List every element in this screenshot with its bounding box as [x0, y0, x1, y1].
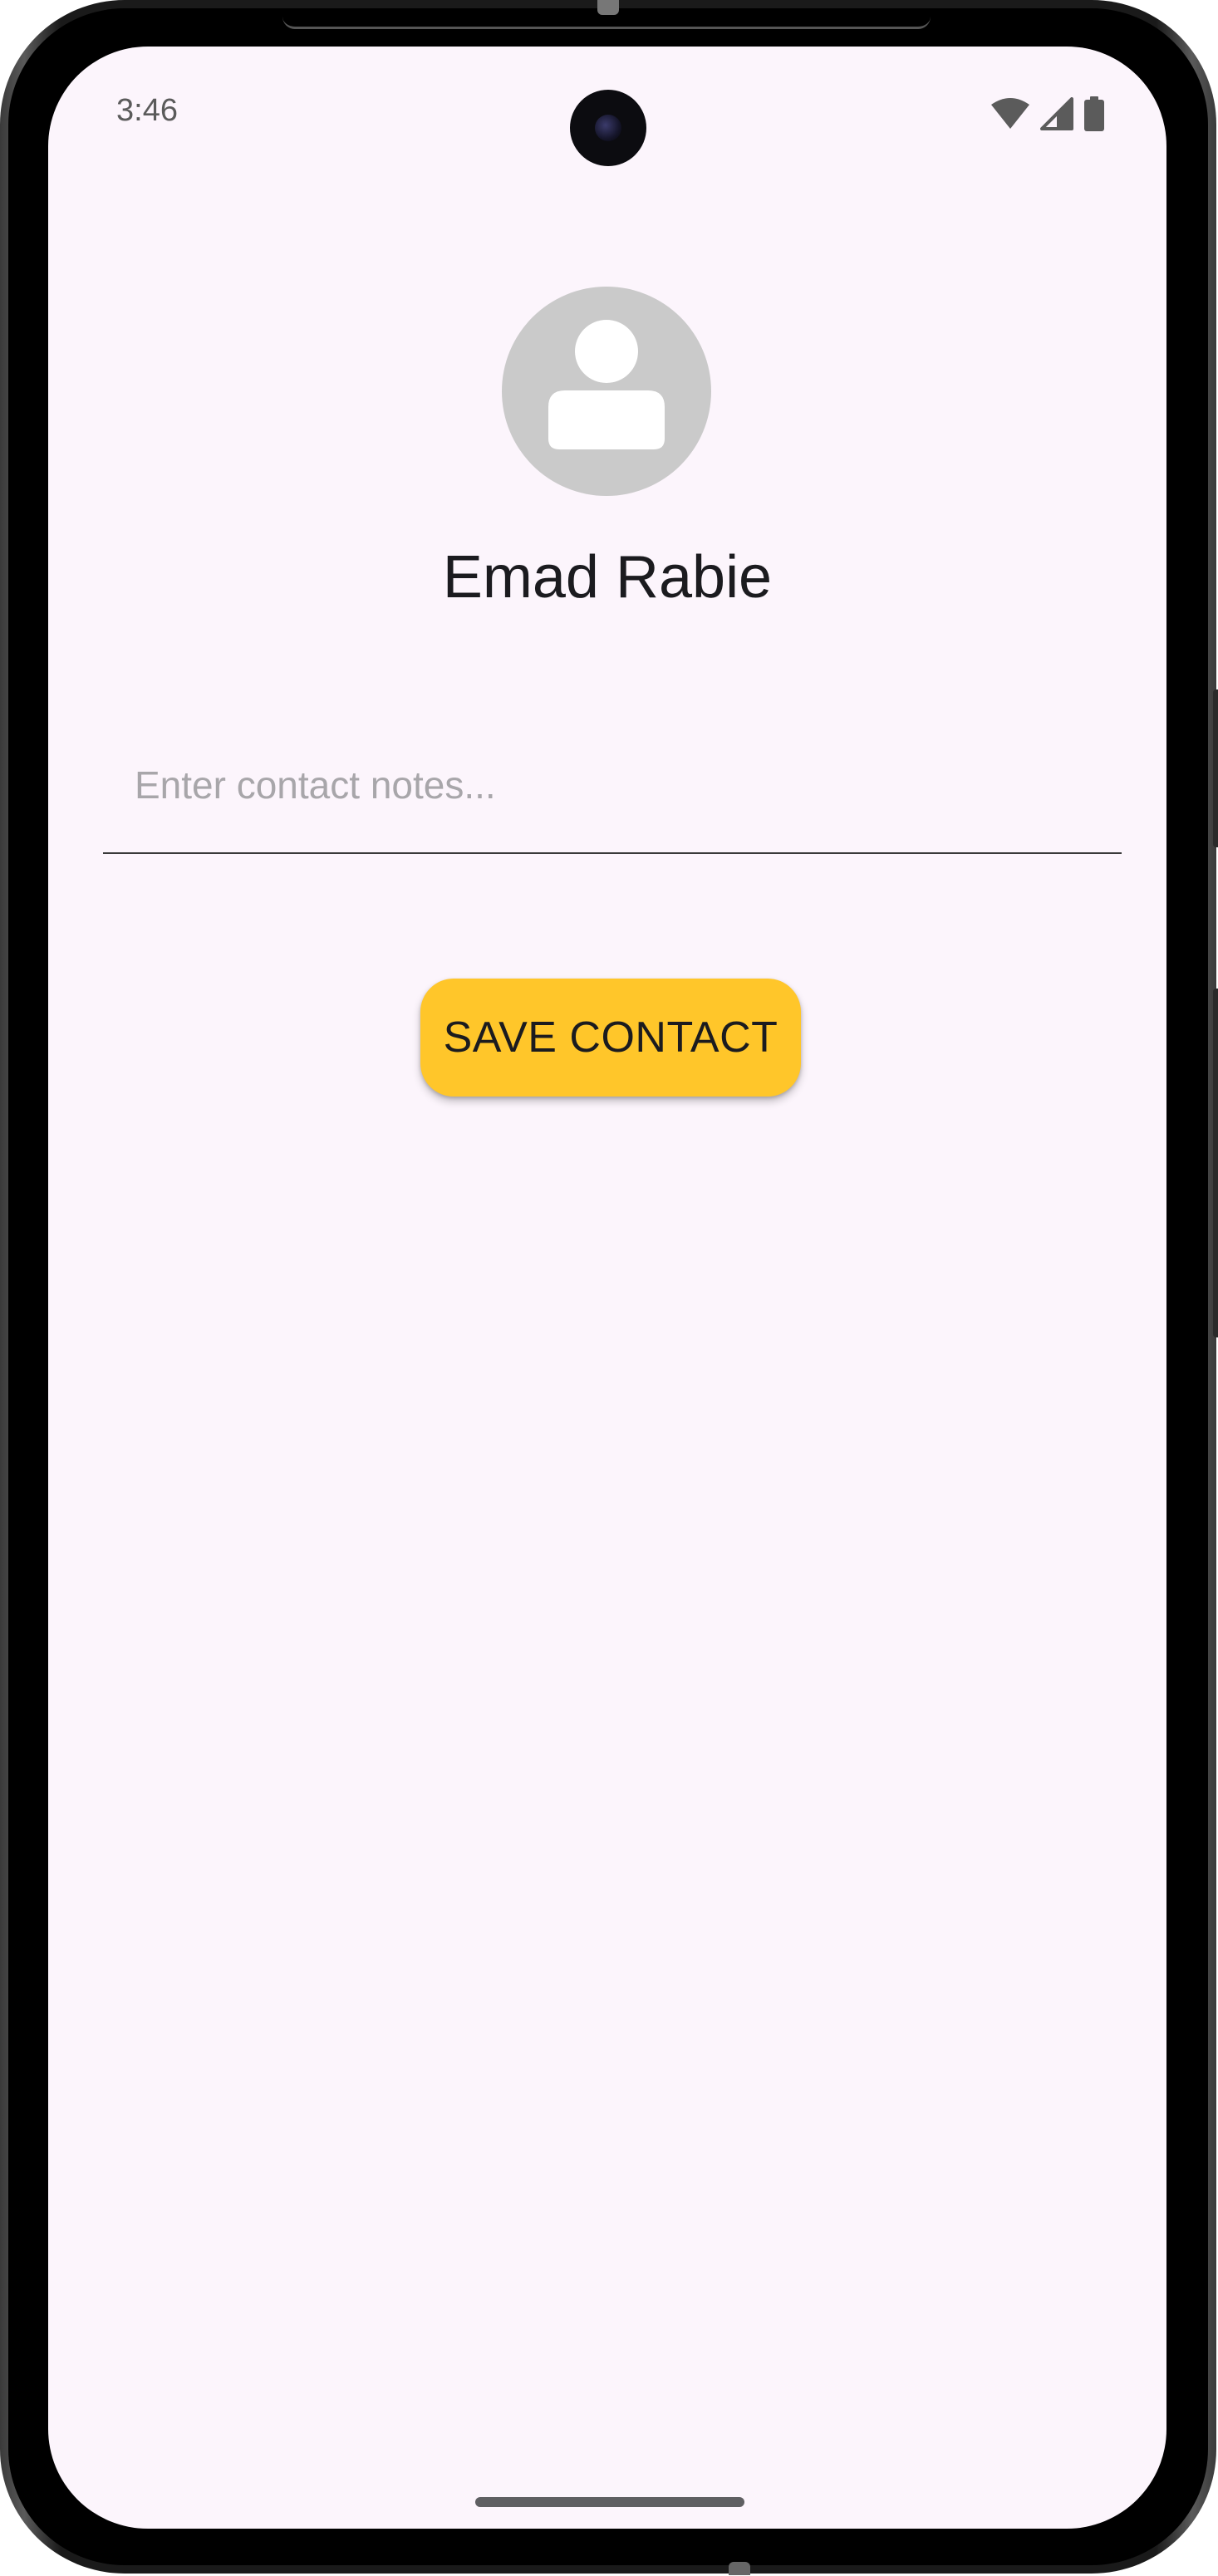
- signal-icon: [1040, 97, 1073, 135]
- power-button: [1213, 689, 1218, 847]
- battery-icon: [1083, 96, 1105, 135]
- home-indicator[interactable]: [475, 2497, 744, 2507]
- contact-notes-input[interactable]: [103, 741, 1122, 854]
- frame-top-sensor: [597, 0, 619, 15]
- device-page: 3:46 Emad Rabie Enter contact notes... S…: [0, 0, 1218, 2576]
- save-contact-button[interactable]: SAVE CONTACT: [420, 979, 801, 1097]
- frame-bottom-port: [729, 2562, 750, 2575]
- camera-lens: [595, 115, 621, 141]
- app-screen: 3:46 Emad Rabie Enter contact notes... S…: [48, 47, 1166, 2529]
- contact-name: Emad Rabie: [442, 544, 773, 611]
- frame-top-edge: [282, 17, 931, 29]
- front-camera: [570, 90, 646, 166]
- volume-button: [1213, 989, 1218, 1337]
- wifi-icon: [990, 98, 1030, 134]
- person-icon: [548, 320, 665, 449]
- status-time: 3:46: [116, 93, 178, 128]
- contact-avatar: [502, 287, 711, 496]
- status-icons: [990, 96, 1105, 135]
